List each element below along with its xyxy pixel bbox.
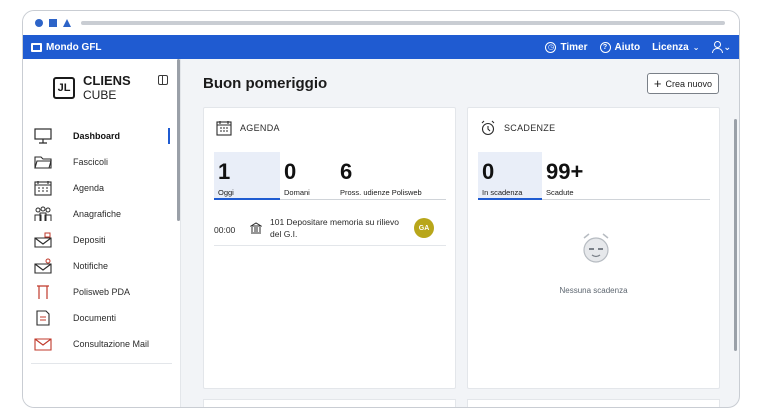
- calendar-icon: [216, 121, 232, 136]
- stat-label: Oggi: [218, 188, 234, 197]
- stopwatch-icon: ◷: [545, 41, 557, 53]
- next-card-right: [467, 399, 720, 407]
- agenda-stats: 1 Oggi 0 Domani 6 Pross. udienze Poliswe…: [214, 152, 446, 200]
- agenda-event[interactable]: 00:00 101 Depositare memoria su rilievo …: [214, 212, 446, 246]
- stat-label: Domani: [284, 188, 310, 197]
- sidebar-item-polisweb-pda[interactable]: Polisweb PDA: [23, 279, 180, 305]
- brand: JL CLIENS CUBE: [23, 59, 180, 117]
- sidebar-item-label: Dashboard: [73, 131, 121, 141]
- address-bar[interactable]: [81, 21, 725, 25]
- polisweb-icon: [33, 284, 53, 300]
- envelope-icon: [33, 336, 53, 352]
- alarm-clock-icon: [481, 120, 495, 136]
- create-new-label: Crea nuovo: [665, 78, 712, 89]
- sleeping-alarm-clock-icon: [583, 233, 609, 263]
- sidebar-item-label: Polisweb PDA: [73, 287, 131, 297]
- app-header: Mondo GFL ◷ Timer ? Aiuto Licenza ⌄ ⌄: [23, 35, 739, 59]
- browser-window: Mondo GFL ◷ Timer ? Aiuto Licenza ⌄ ⌄ JL…: [22, 10, 740, 408]
- sidebar-item-documenti[interactable]: Documenti: [23, 305, 180, 331]
- stat-value: 0: [482, 159, 495, 184]
- timer-button[interactable]: ◷ Timer: [545, 41, 588, 53]
- sidebar-item-consultazione-mail[interactable]: Consultazione Mail: [23, 331, 180, 357]
- sidebar-item-agenda[interactable]: Agenda: [23, 175, 180, 201]
- stat-oggi[interactable]: 1 Oggi: [214, 152, 280, 200]
- create-new-button[interactable]: + Crea nuovo: [646, 73, 719, 94]
- timer-label: Timer: [560, 41, 588, 53]
- help-label: Aiuto: [614, 41, 641, 53]
- sidebar-item-notifiche[interactable]: Notifiche: [23, 253, 180, 279]
- sidebar-item-fascicoli[interactable]: Fascicoli: [23, 149, 180, 175]
- circle-icon: [35, 19, 43, 27]
- stat-domani[interactable]: 0 Domani: [280, 152, 336, 200]
- brand-subname: CUBE: [83, 88, 117, 102]
- document-icon: [33, 310, 53, 326]
- app-logo-icon: [31, 42, 42, 52]
- folder-icon: [33, 154, 53, 170]
- sidebar-item-anagrafiche[interactable]: Anagrafiche: [23, 201, 180, 227]
- collapse-sidebar-icon[interactable]: [158, 75, 168, 85]
- brand-name: CLIENS: [83, 73, 131, 88]
- sidebar: JL CLIENS CUBE Dashboard Fascicoli Agend…: [23, 59, 181, 407]
- page-title: Buon pomeriggio: [203, 75, 328, 92]
- sidebar-item-label: Notifiche: [73, 261, 109, 271]
- user-icon[interactable]: [711, 41, 724, 53]
- license-menu[interactable]: Licenza ⌄: [652, 42, 699, 53]
- sidebar-item-label: Depositi: [73, 235, 106, 245]
- next-card-left: [203, 399, 456, 407]
- empty-state-text: Nessuna scadenza: [559, 286, 628, 295]
- notification-mail-icon: [33, 258, 53, 274]
- stat-label: Scadute: [546, 188, 574, 197]
- stat-value: 1: [218, 159, 231, 184]
- sidebar-item-label: Documenti: [73, 313, 117, 323]
- scadenze-header: SCADENZE: [480, 120, 555, 136]
- help-icon: ?: [599, 41, 611, 53]
- plus-icon: +: [653, 76, 662, 91]
- browser-toolbar: [23, 11, 739, 35]
- triangle-icon: [63, 19, 71, 27]
- sidebar-item-label: Agenda: [73, 183, 105, 193]
- deposit-mail-icon: [33, 232, 53, 248]
- sidebar-nav: Dashboard Fascicoli Agenda Anagrafiche D…: [23, 117, 180, 357]
- app-name[interactable]: Mondo GFL: [46, 42, 102, 53]
- stat-value: 6: [340, 159, 353, 184]
- scadenze-card: SCADENZE 0 In scadenza 99+ Scadute Nessu…: [467, 107, 720, 389]
- chevron-down-icon[interactable]: ⌄: [723, 42, 731, 53]
- stat-scadute[interactable]: 99+ Scadute: [542, 152, 710, 200]
- stat-in-scadenza[interactable]: 0 In scadenza: [478, 152, 542, 200]
- stat-label: Pross. udienze Polisweb: [340, 188, 422, 197]
- courthouse-icon: [249, 216, 270, 236]
- event-time: 00:00: [214, 225, 236, 235]
- square-icon: [49, 19, 57, 27]
- assignee-avatar: GA: [414, 218, 434, 238]
- main-scrollbar[interactable]: [734, 119, 737, 351]
- sidebar-item-label: Anagrafiche: [73, 209, 122, 219]
- stat-value: 99+: [546, 159, 584, 184]
- event-description: 101 Depositare memoria su rilievo del G.…: [270, 217, 399, 239]
- sidebar-item-label: Consultazione Mail: [73, 339, 150, 349]
- sidebar-item-label: Fascicoli: [73, 157, 109, 167]
- chevron-down-icon: ⌄: [692, 42, 700, 52]
- people-icon: [33, 206, 53, 222]
- sidebar-divider: [31, 363, 172, 364]
- agenda-title: AGENDA: [240, 123, 280, 133]
- main-content: Buon pomeriggio + Crea nuovo AGENDA 1 Og…: [181, 59, 739, 407]
- scadenze-stats: 0 In scadenza 99+ Scadute: [478, 152, 710, 200]
- sidebar-item-depositi[interactable]: Depositi: [23, 227, 180, 253]
- scadenze-title: SCADENZE: [504, 123, 556, 133]
- agenda-header: AGENDA: [216, 120, 280, 136]
- stat-label: In scadenza: [482, 188, 523, 197]
- sidebar-item-dashboard[interactable]: Dashboard: [23, 123, 180, 149]
- calendar-icon: [33, 180, 53, 196]
- agenda-card: AGENDA 1 Oggi 0 Domani 6 Pross. udienze …: [203, 107, 456, 389]
- license-label: Licenza: [652, 41, 689, 53]
- help-button[interactable]: ? Aiuto: [599, 41, 641, 53]
- stat-value: 0: [284, 159, 297, 184]
- brand-logo-icon: JL: [53, 77, 75, 99]
- stat-prossime-udienze[interactable]: 6 Pross. udienze Polisweb: [336, 152, 446, 200]
- monitor-icon: [33, 128, 53, 144]
